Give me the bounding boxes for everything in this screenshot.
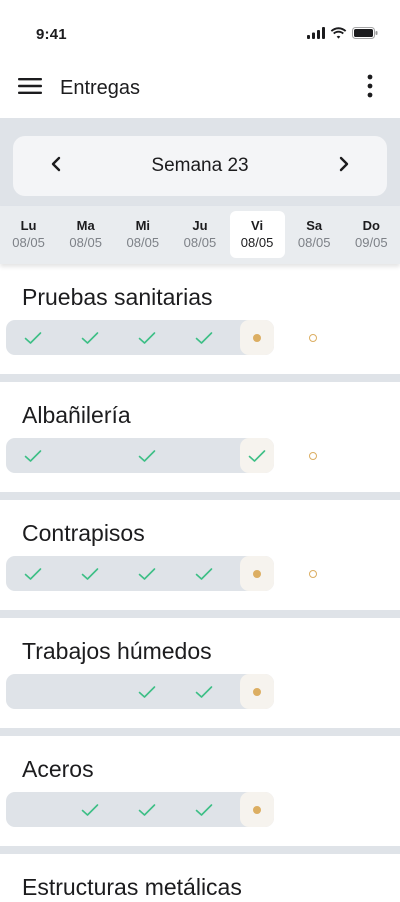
check-icon [4,320,61,355]
battery-icon [352,26,378,44]
day-name: Sa [306,218,323,233]
today-cell[interactable] [240,320,274,355]
day-name: Do [362,218,380,233]
day-tab[interactable]: Sa 08/05 [286,206,343,264]
in-progress-dot-icon [253,805,261,814]
day-date: 08/05 [126,235,160,250]
pending-circle-icon [309,451,317,460]
check-icon [4,438,61,473]
check-icon [175,556,232,591]
delivery-section: Contrapisos [0,500,400,610]
section-title: Trabajos húmedos [22,638,212,664]
today-cell[interactable] [240,556,274,591]
day-name: Lu [20,218,37,233]
section-title: Albañilería [22,402,131,428]
more-options-button[interactable] [358,73,382,103]
check-icon [61,320,118,355]
delivery-section: Aceros [0,736,400,846]
day-name: Vi [251,218,264,233]
next-week-button[interactable] [329,151,359,181]
delivery-list: Pruebas sanitarias Albañilería Contrapisos… [0,264,400,902]
pending-cell[interactable] [305,320,321,355]
day-name: Ju [192,218,208,233]
today-cell[interactable] [240,438,274,473]
day-date: 08/05 [69,235,102,250]
signal-icon [307,26,325,44]
day-name: Ma [76,218,95,233]
delivery-section: Estructuras metálicas [0,854,400,902]
today-cell[interactable] [240,792,274,827]
day-date: 09/05 [355,235,388,250]
check-icon [118,674,175,709]
day-tab[interactable]: Do 09/05 [343,206,400,264]
section-title: Aceros [22,756,94,782]
pending-circle-icon [309,569,317,578]
hamburger-icon [18,77,42,100]
status-bar: 9:41 [0,0,400,60]
day-date: 08/05 [297,235,331,250]
section-title: Estructuras metálicas [22,874,242,900]
app-bar: Entregas [0,60,400,118]
page-title: Entregas [60,77,141,99]
today-cell[interactable] [240,674,274,709]
day-date: 08/05 [183,235,217,250]
check-icon [61,556,118,591]
day-tab[interactable]: Vi 08/05 [229,206,286,264]
check-icon [118,320,175,355]
check-icon [118,792,175,827]
more-vertical-icon [367,74,373,103]
wifi-icon [330,26,347,44]
check-icon [118,438,175,473]
pending-circle-icon [309,333,317,342]
check-icon [175,792,232,827]
day-tab[interactable]: Ju 08/05 [171,206,228,264]
check-icon [61,792,118,827]
delivery-section: Pruebas sanitarias [0,264,400,374]
day-tab[interactable]: Mi 08/05 [114,206,171,264]
section-title: Contrapisos [22,520,145,546]
pending-cell[interactable] [305,438,321,473]
in-progress-dot-icon [253,569,261,578]
section-title: Pruebas sanitarias [22,284,213,310]
delivery-section: Albañilería [0,382,400,492]
day-date: 08/05 [12,235,45,250]
day-date: 08/05 [240,235,274,250]
chevron-right-icon [339,156,349,177]
status-time: 9:41 [36,26,67,43]
day-name: Mi [135,218,151,233]
check-icon [175,320,232,355]
menu-button[interactable] [16,76,44,100]
pending-cell[interactable] [305,556,321,591]
delivery-section: Trabajos húmedos [0,618,400,728]
check-icon [4,556,61,591]
in-progress-dot-icon [253,333,261,342]
day-tab[interactable]: Ma 08/05 [57,206,114,264]
check-icon [118,556,175,591]
day-selector: Lu 08/05 Ma 08/05 Mi 08/05 Ju 08/05 Vi 08/05 Sa 08/… [0,206,400,264]
day-tab[interactable]: Lu 08/05 [0,206,57,264]
week-selector: Semana 23 [13,136,387,196]
check-icon [175,674,232,709]
week-selector-area: Semana 23 [0,118,400,206]
check-icon [247,448,267,464]
in-progress-dot-icon [253,687,261,696]
status-icons [307,26,378,44]
